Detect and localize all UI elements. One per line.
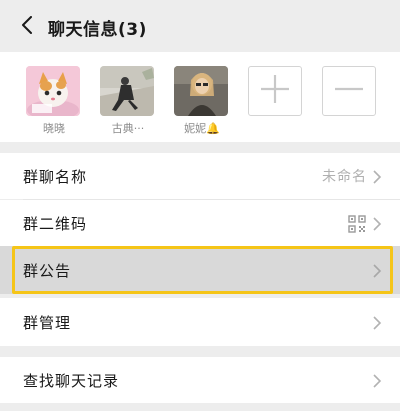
chat-info-screen: 聊天信息(3) 晓晓 古典··· 妮妮🔔 群聊名称 未命名 群二维码 群公告 群… xyxy=(0,0,400,411)
chevron-right-icon xyxy=(372,216,382,231)
bell-icon: 🔔 xyxy=(206,122,220,135)
avatar xyxy=(100,66,154,116)
group-name-label: 群聊名称 xyxy=(23,167,88,186)
search-history-label: 查找聊天记录 xyxy=(23,371,120,390)
group-name-row[interactable]: 群聊名称 未命名 xyxy=(0,153,400,199)
plus-icon xyxy=(258,72,292,110)
nav-header: 聊天信息(3) xyxy=(0,0,400,52)
remove-member-button[interactable] xyxy=(322,66,376,116)
chevron-right-icon xyxy=(372,373,382,388)
chevron-left-icon xyxy=(21,16,33,38)
qr-code-row[interactable]: 群二维码 xyxy=(0,200,400,246)
member-name: 古典··· xyxy=(111,122,145,135)
add-member-button[interactable] xyxy=(248,66,302,116)
back-button[interactable] xyxy=(14,14,40,40)
qr-code-icon xyxy=(348,215,366,237)
chevron-right-icon xyxy=(372,315,382,330)
section-gap xyxy=(0,403,400,411)
member-item[interactable]: 古典··· xyxy=(100,66,156,138)
search-history-row[interactable]: 查找聊天记录 xyxy=(0,357,400,403)
member-name: 晓晓 xyxy=(43,122,65,135)
group-manage-row[interactable]: 群管理 xyxy=(0,298,400,346)
member-name: 妮妮🔔 xyxy=(184,122,220,135)
chevron-right-icon xyxy=(372,263,382,278)
section-gap xyxy=(0,346,400,357)
avatar xyxy=(174,66,228,116)
avatar xyxy=(26,66,80,116)
announcement-row[interactable]: 群公告 xyxy=(0,246,400,294)
group-name-value: 未命名 xyxy=(322,169,367,185)
member-grid: 晓晓 古典··· 妮妮🔔 xyxy=(0,52,400,142)
member-item[interactable]: 晓晓 xyxy=(26,66,82,138)
chevron-right-icon xyxy=(372,169,382,184)
minus-icon xyxy=(332,72,366,110)
announcement-label: 群公告 xyxy=(23,261,72,280)
group-manage-label: 群管理 xyxy=(23,313,72,332)
section-gap xyxy=(0,142,400,153)
member-item[interactable]: 妮妮🔔 xyxy=(174,66,230,138)
page-title: 聊天信息(3) xyxy=(48,20,147,40)
qr-code-label: 群二维码 xyxy=(23,214,88,233)
